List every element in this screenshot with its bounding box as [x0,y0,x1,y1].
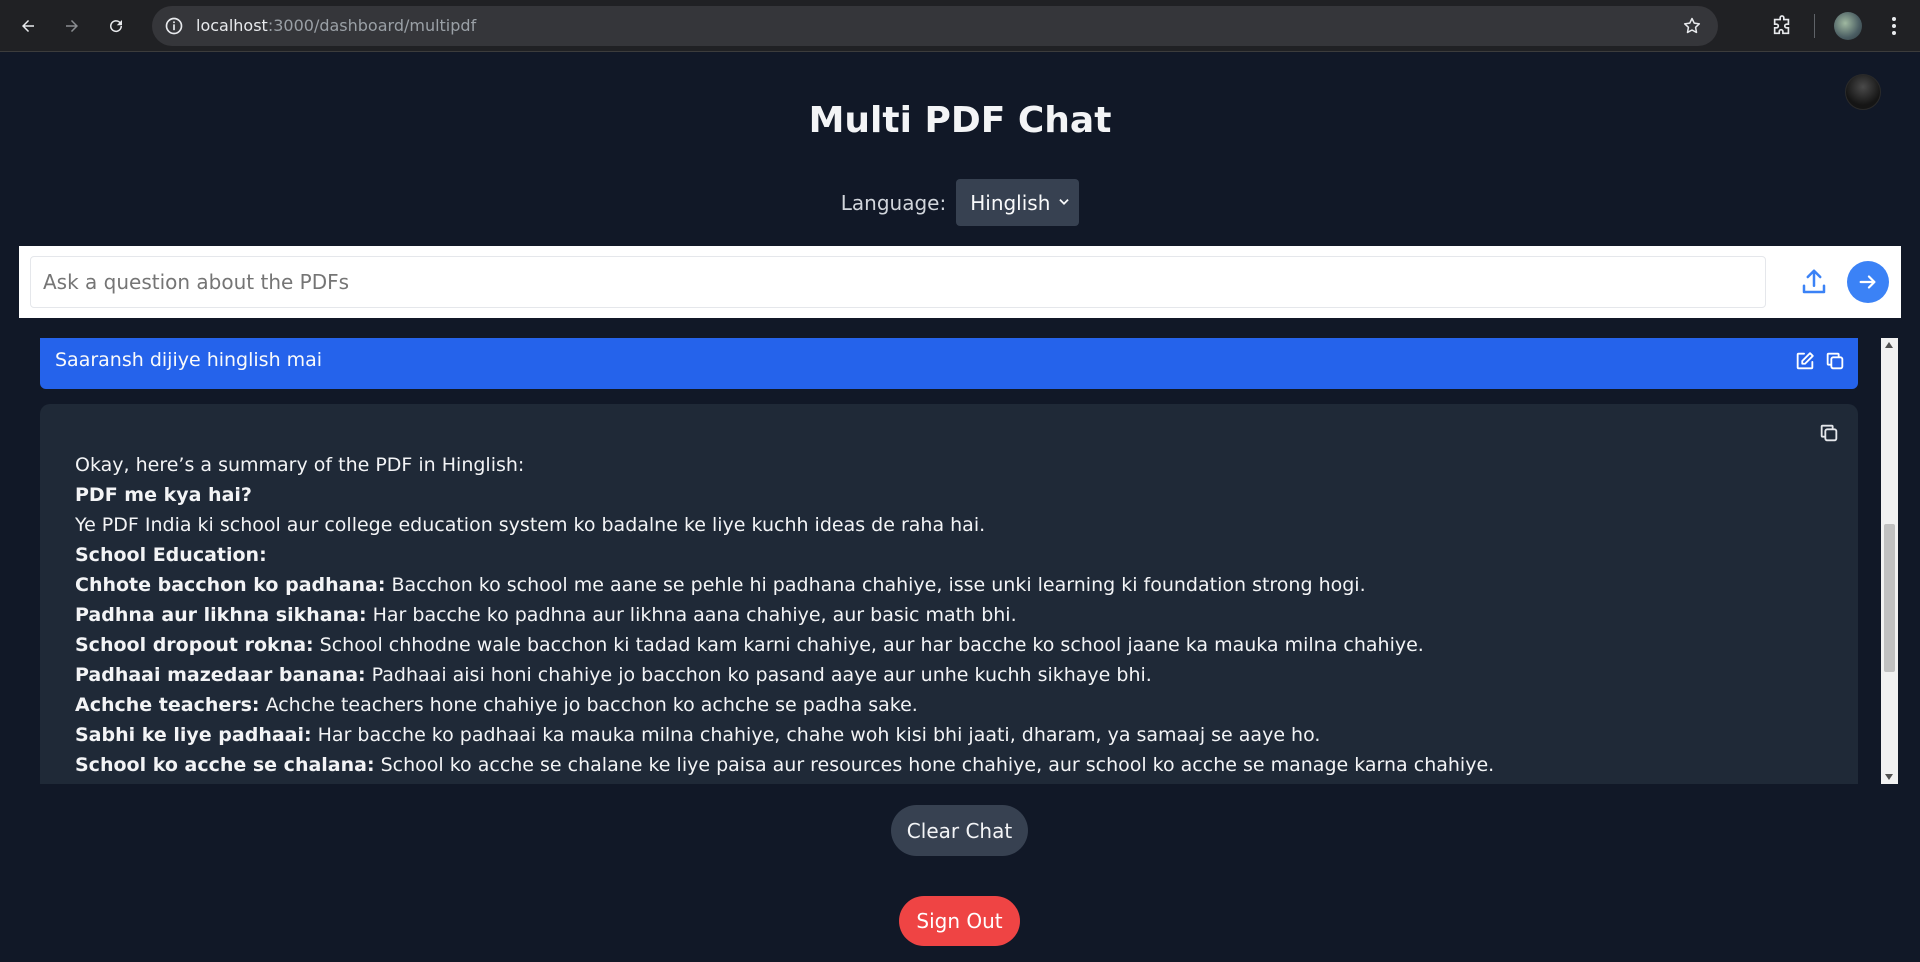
summary-line: Padhaai mazedaar banana: Padhaai aisi ho… [75,660,1815,690]
summary-line: Achche teachers: Achche teachers hone ch… [75,690,1815,720]
chat-history[interactable]: Saaransh dijiye hinglish mai Okay, here’… [40,338,1900,784]
reload-icon [110,20,123,33]
line-text: Padhaai aisi honi chahiye jo bacchon ko … [365,664,1152,686]
line-bold: Sabhi ke liye padhaai: [75,724,312,746]
summary-line: PDF me kya hai? [75,480,1815,510]
chevron-down-icon [1059,199,1069,205]
user-message-text: Saaransh dijiye hinglish mai [55,349,323,371]
browser-toolbar: localhost:3000/dashboard/multipdf [0,0,1920,52]
line-text: Har bacche ko padhna aur likhna aana cha… [366,604,1017,626]
browser-profile-avatar[interactable] [1834,12,1862,40]
line-bold: School Education: [75,544,267,566]
line-text: School chhodne wale bacchon ki tadad kam… [313,634,1424,656]
upload-icon [1802,269,1826,294]
line-bold: Achche teachers: [75,694,260,716]
line-bold: School dropout rokna: [75,634,314,656]
url-text: localhost:3000/dashboard/multipdf [196,16,476,36]
line-bold: Padhaai mazedaar banana: [75,664,366,686]
user-message: Saaransh dijiye hinglish mai [40,338,1858,389]
ask-bar [19,246,1901,318]
line-bold: PDF me kya hai? [75,484,252,506]
summary-line: Ye PDF India ki school aur college educa… [75,510,1815,540]
url-host: localhost [196,16,268,35]
bookmark-star-icon[interactable] [1682,16,1702,36]
address-bar[interactable]: localhost:3000/dashboard/multipdf [152,6,1718,46]
copy-icon[interactable] [1818,422,1840,444]
url-path: :3000/dashboard/multipdf [267,16,477,35]
arrow-right-icon [1859,275,1876,289]
line-bold: School ko acche se chalana: [75,754,375,776]
assistant-message: Okay, here’s a summary of the PDF in Hin… [40,404,1858,784]
page-title: Multi PDF Chat [808,100,1112,141]
sign-out-button[interactable]: Sign Out [899,896,1020,946]
line-text: Ye PDF India ki school aur college educa… [75,514,986,536]
send-button[interactable] [1847,261,1889,303]
line-text: School ko acche se chalane ke liye paisa… [374,754,1495,776]
language-selected-value: Hinglish [970,190,1051,215]
site-info-icon[interactable] [164,16,184,36]
toolbar-divider [1814,14,1815,38]
language-row: Language: Hinglish [0,179,1920,226]
line-text: Achche teachers hone chahiye jo bacchon … [259,694,918,716]
summary-line: Sabhi ke liye padhaai: Har bacche ko pad… [75,720,1815,750]
line-bold: Padhna aur likhna sikhana: [75,604,367,626]
upload-pdf-button[interactable] [1795,263,1833,301]
forward-button[interactable] [56,10,88,42]
scroll-down-arrow[interactable] [1885,774,1893,780]
summary-line: Padhna aur likhna sikhana: Har bacche ko… [75,600,1815,630]
summary-line: Okay, here’s a summary of the PDF in Hin… [75,450,1815,480]
line-text: Okay, here’s a summary of the PDF in Hin… [75,454,525,476]
reload-button[interactable] [100,10,132,42]
kebab-menu-icon [1892,17,1896,35]
summary-line: School dropout rokna: School chhodne wal… [75,630,1815,660]
language-label: Language: [840,190,947,215]
copy-icon[interactable] [1824,350,1846,372]
line-text: Bacchon ko school me aane se pehle hi pa… [385,574,1366,596]
line-bold: Chhote bacchon ko padhana: [75,574,386,596]
forward-arrow-icon [66,20,78,32]
edit-icon[interactable] [1794,350,1816,372]
clear-chat-button[interactable]: Clear Chat [891,805,1028,856]
summary-line: School ko acche se chalana: School ko ac… [75,750,1815,780]
back-arrow-icon [22,20,34,32]
assistant-message-body: Okay, here’s a summary of the PDF in Hin… [75,450,1815,780]
summary-line: Chhote bacchon ko padhana: Bacchon ko sc… [75,570,1815,600]
language-select[interactable]: Hinglish [956,179,1080,226]
summary-line: School Education: [75,540,1815,570]
scroll-thumb[interactable] [1884,524,1895,672]
browser-menu-button[interactable] [1878,10,1910,42]
puzzle-icon [1773,15,1790,35]
question-input[interactable] [30,256,1766,308]
line-text: Har bacche ko padhaai ka mauka milna cha… [311,724,1321,746]
extensions-button[interactable] [1766,10,1798,42]
back-button[interactable] [12,10,44,42]
scroll-up-arrow[interactable] [1885,342,1893,348]
chat-scrollbar[interactable] [1881,338,1898,784]
